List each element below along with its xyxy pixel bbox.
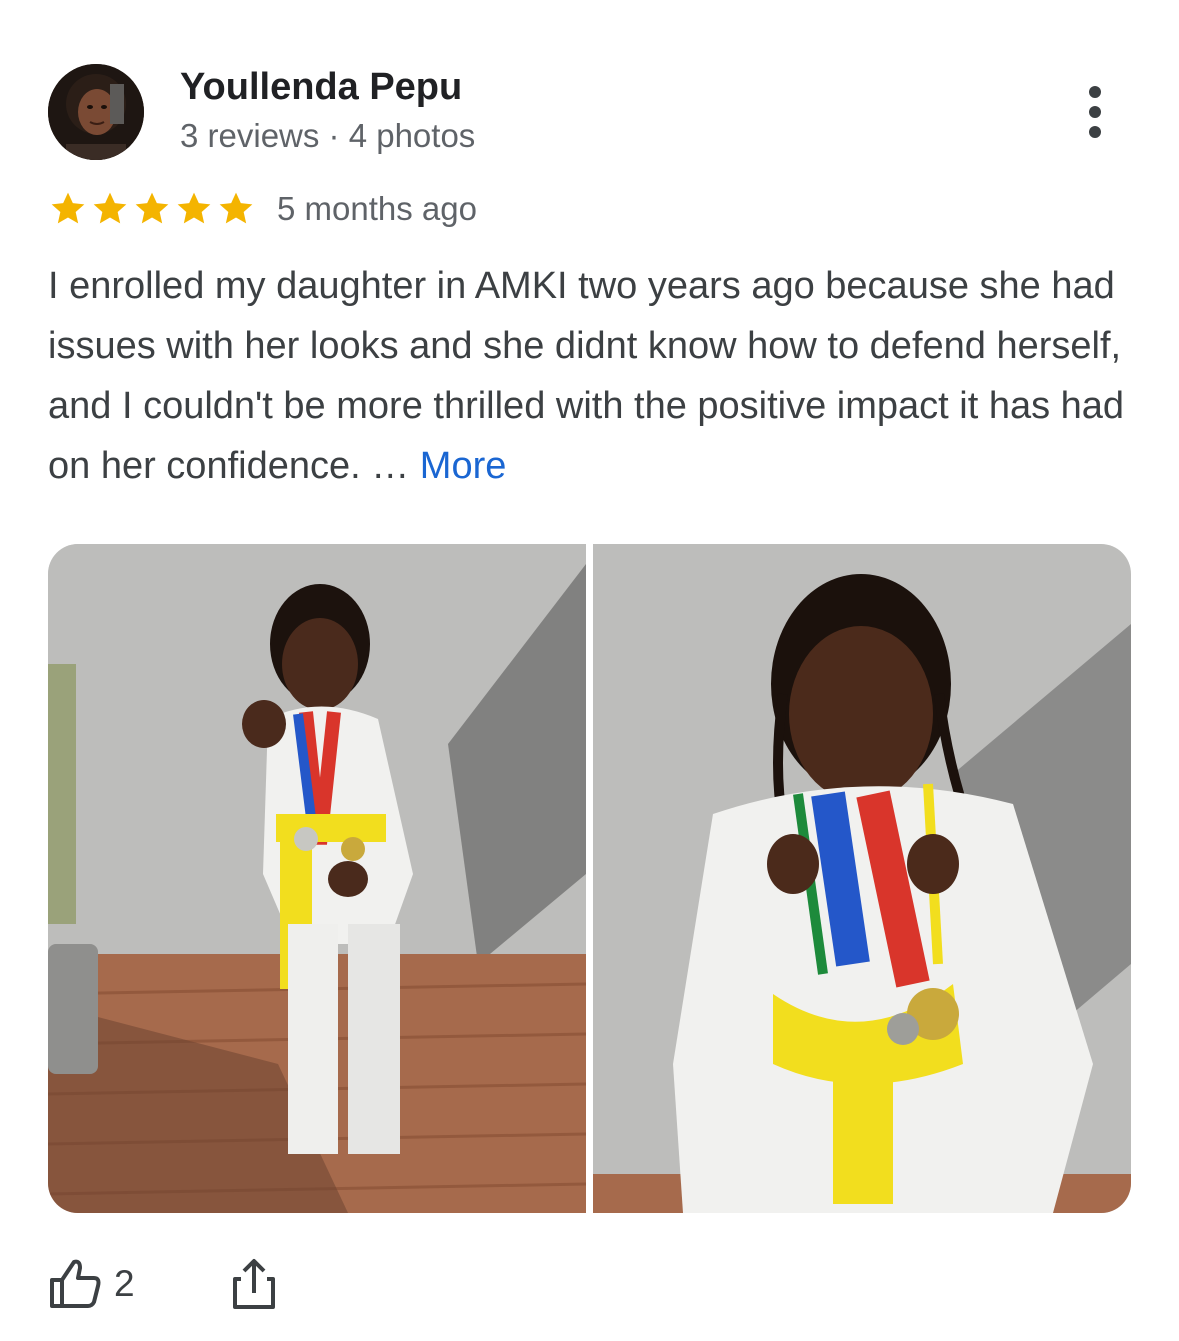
review-photo-1[interactable] — [48, 544, 586, 1213]
author-avatar[interactable] — [48, 64, 144, 160]
star-icon — [93, 192, 127, 224]
review-photo-2[interactable] — [593, 544, 1131, 1213]
review-actions: 2 — [48, 1252, 277, 1316]
author-meta: 3 reviews · 4 photos — [180, 117, 476, 154]
star-icon — [135, 192, 169, 224]
more-link[interactable]: More — [420, 445, 507, 487]
star-icon — [219, 192, 253, 224]
thumb-up-icon — [50, 1259, 101, 1308]
author-name[interactable]: Youllenda Pepu — [180, 64, 462, 110]
review-text: I enrolled my daughter in AMKI two years… — [48, 265, 1125, 487]
review-text-block: I enrolled my daughter in AMKI two years… — [48, 256, 1138, 496]
review-date: 5 months ago — [277, 190, 477, 227]
star-icon — [51, 192, 85, 224]
share-icon — [232, 1259, 275, 1309]
photo-girl-with-medals-closeup-icon — [593, 544, 1131, 1213]
star-rating — [48, 188, 258, 230]
star-icon — [177, 192, 211, 224]
like-button[interactable]: 2 — [48, 1258, 135, 1310]
photo-girl-karate-stance-icon — [48, 544, 586, 1213]
like-count: 2 — [114, 1263, 135, 1304]
more-options-icon[interactable] — [1072, 82, 1118, 142]
review-photos — [48, 544, 1131, 1213]
share-button[interactable] — [231, 1257, 277, 1311]
